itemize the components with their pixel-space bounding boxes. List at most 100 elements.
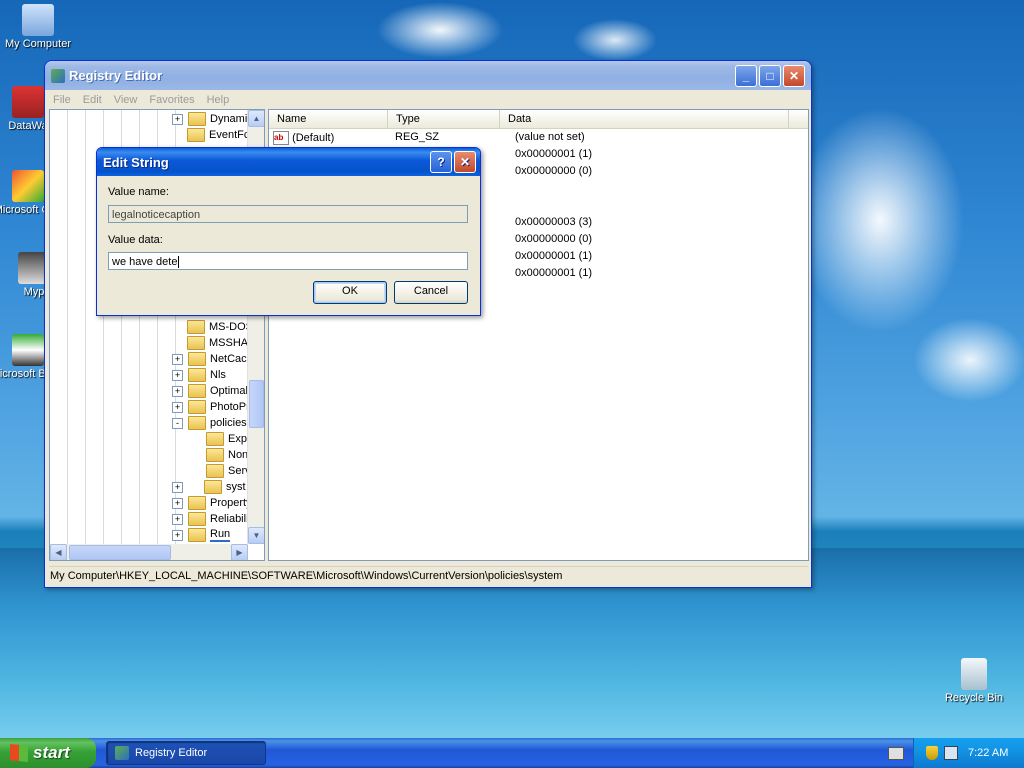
folder-icon [206,464,224,478]
list-row-data[interactable]: 0x00000001 (1) [515,267,592,284]
close-button[interactable]: ✕ [783,64,805,87]
menu-favorites[interactable]: Favorites [145,94,202,106]
window-titlebar[interactable]: Registry Editor _ □ ✕ [45,61,811,90]
desktop-icon-my-computer[interactable]: My Computer [0,4,76,50]
folder-icon [188,352,206,366]
column-type[interactable]: Type [388,110,500,128]
menu-file[interactable]: File [49,94,79,106]
expand-icon[interactable]: + [172,481,183,493]
column-name[interactable]: Name [269,110,388,128]
tree-item-nls[interactable]: + Nls [172,367,226,383]
taskbar-item-registry-editor[interactable]: Registry Editor [106,741,266,765]
list-row-data[interactable]: 0x00000001 (1) [515,148,592,165]
tree-item-msdos[interactable]: MS-DOS [187,319,253,335]
dialog-titlebar[interactable]: Edit String ? ✕ [97,148,480,176]
clock[interactable]: 7:22 AM [968,747,1008,759]
collapse-icon[interactable]: - [172,417,183,429]
expand-icon[interactable]: + [172,369,183,381]
folder-icon [187,336,205,350]
security-shield-icon[interactable] [926,746,938,760]
maximize-button[interactable]: □ [759,64,781,87]
text-cursor [178,256,180,268]
scroll-right-icon[interactable]: ▶ [231,544,248,560]
scroll-left-icon[interactable]: ◀ [50,544,67,560]
list-row-data[interactable]: 0x00000001 (1) [515,250,592,267]
dialog-close-button[interactable]: ✕ [454,151,476,173]
ok-button[interactable]: OK [313,281,387,304]
expand-icon[interactable]: + [172,513,183,525]
folder-open-icon [188,416,206,430]
list-row-data[interactable]: 0x00000000 (0) [515,233,592,250]
tree-item-eventfc[interactable]: EventFc [187,127,249,143]
network-icon[interactable] [944,746,958,760]
taskbar: start Registry Editor 7:22 AM [0,738,1024,768]
tree-item-reliabilit[interactable]: + Reliabilit [172,511,252,527]
value-data-text: we have dete [112,256,178,268]
tree-item-photopr[interactable]: + PhotoPr [172,399,250,415]
list-row-data[interactable]: 0x00000003 (3) [515,216,592,233]
expand-icon[interactable]: + [172,529,183,541]
tree-item-optimall[interactable]: + Optimall [172,383,250,399]
registry-editor-icon [51,68,65,83]
folder-icon [188,528,206,542]
my-computer-icon [22,4,54,36]
registry-editor-window: Registry Editor _ □ ✕ File Edit View Fav… [44,60,812,588]
expand-icon[interactable]: + [172,497,183,509]
expand-icon[interactable]: + [172,385,183,397]
folder-open-icon [204,480,222,494]
recycle-bin-icon [961,658,987,690]
tree-item-serv[interactable]: Serv [206,463,251,479]
tree-item-property[interactable]: + Property [172,495,252,511]
string-value-icon: ab [273,131,289,145]
menu-bar: File Edit View Favorites Help [45,90,811,109]
tree-horizontal-scrollbar[interactable]: ◀ ▶ [50,544,248,560]
list-header: Name Type Data [269,110,808,129]
folder-icon [188,496,206,510]
value-name-label: Value name: [108,186,169,198]
list-row-default[interactable]: ab (Default) REG_SZ (value not set) [273,131,585,148]
vb-icon [12,334,44,366]
windows-flag-icon [10,744,28,762]
folder-icon [188,384,206,398]
window-title: Registry Editor [69,68,163,83]
shortcut-icon [12,86,44,118]
folder-icon [187,320,205,334]
menu-edit[interactable]: Edit [79,94,110,106]
tree-item-dynamic[interactable]: + Dynamic [172,111,253,127]
scroll-down-icon[interactable]: ▼ [248,527,264,544]
folder-icon [188,112,206,126]
menu-view[interactable]: View [110,94,146,106]
value-name-field: legalnoticecaption [108,205,468,223]
folder-icon [188,400,206,414]
column-data[interactable]: Data [500,110,789,128]
tree-item-non[interactable]: Non [206,447,248,463]
scroll-thumb[interactable] [249,380,264,428]
expand-icon[interactable]: + [172,113,183,125]
cancel-button[interactable]: Cancel [394,281,468,304]
tree-item-mssha[interactable]: MSSHA [187,335,248,351]
scroll-thumb-horizontal[interactable] [69,545,171,560]
desktop-icon-recycle-bin[interactable]: Recycle Bin [936,658,1012,704]
keyboard-icon[interactable] [888,747,904,760]
tree-item-expl[interactable]: Expl [206,431,249,447]
system-tray: 7:22 AM [913,738,1024,768]
menu-help[interactable]: Help [203,94,238,106]
folder-icon [188,368,206,382]
tree-item-syst[interactable]: + syst [172,479,246,495]
tree-item-policies[interactable]: - policies [172,415,247,431]
value-data-input[interactable]: we have dete [108,252,468,270]
expand-icon[interactable]: + [172,401,183,413]
list-row-data[interactable]: 0x00000000 (0) [515,165,592,182]
scroll-up-icon[interactable]: ▲ [248,110,264,127]
folder-icon [206,448,224,462]
minimize-button[interactable]: _ [735,64,757,87]
start-button[interactable]: start [0,738,96,768]
tree-item-netcach[interactable]: + NetCach [172,351,253,367]
edit-string-dialog: Edit String ? ✕ Value name: legalnoticec… [96,147,481,316]
expand-icon[interactable]: + [172,353,183,365]
tree-item-run[interactable]: + Run [172,527,231,543]
help-button[interactable]: ? [430,151,452,173]
status-bar: My Computer\HKEY_LOCAL_MACHINE\SOFTWARE\… [49,566,808,585]
folder-icon [187,128,205,142]
dialog-title: Edit String [103,154,169,170]
